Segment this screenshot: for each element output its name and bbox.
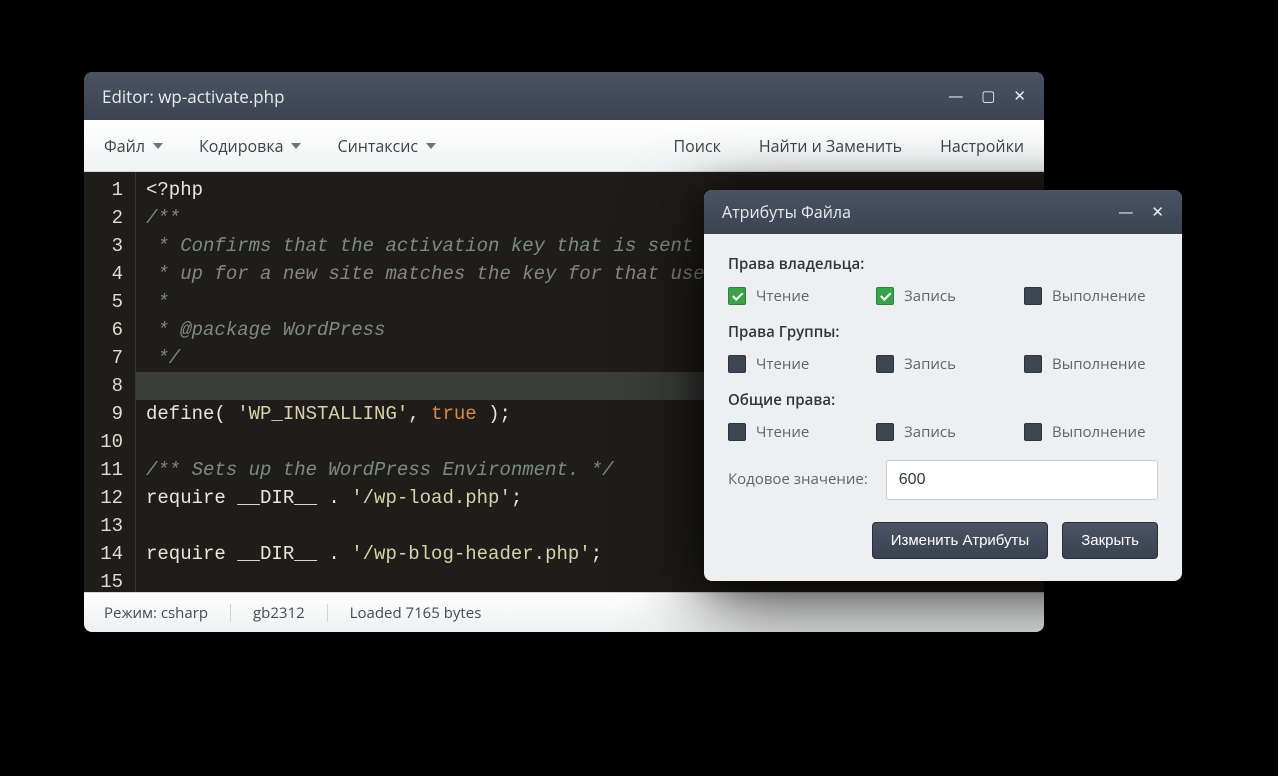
code-value-row: Кодовое значение: (728, 460, 1158, 500)
permission-label: Выполнение (1052, 354, 1146, 374)
editor-title: Editor: wp-activate.php (102, 85, 948, 108)
minimize-icon[interactable]: — (1118, 202, 1133, 222)
checkbox-icon (728, 423, 746, 441)
minimize-icon[interactable]: — (948, 86, 963, 106)
chevron-down-icon (153, 143, 163, 149)
checkbox-icon (1024, 355, 1042, 373)
dialog-title: Атрибуты Файла (722, 201, 1118, 223)
permission-label: Чтение (756, 354, 809, 374)
permission-row: Чтение Запись Выполнение (728, 354, 1158, 374)
line-number: 3 (92, 232, 123, 260)
maximize-icon[interactable]: ▢ (981, 86, 995, 106)
permission-checkbox-выполнение[interactable]: Выполнение (1024, 354, 1172, 374)
menu-синтаксис[interactable]: Синтаксис (337, 135, 436, 157)
dialog-titlebar: Атрибуты Файла — ✕ (704, 190, 1182, 234)
permission-row: Чтение Запись Выполнение (728, 422, 1158, 442)
menu-настройки[interactable]: Настройки (940, 135, 1024, 157)
divider (230, 604, 231, 622)
permission-label: Запись (904, 422, 956, 442)
editor-statusbar: Режим: csharp gb2312 Loaded 7165 bytes (84, 592, 1044, 632)
chevron-down-icon (291, 143, 301, 149)
line-number: 14 (92, 540, 123, 568)
dialog-body: Права владельца:ЧтениеЗаписьВыполнениеПр… (704, 234, 1182, 581)
window-controls: — ▢ ✕ (948, 86, 1026, 106)
permission-label: Запись (904, 354, 956, 374)
line-number: 12 (92, 484, 123, 512)
permission-checkbox-чтение[interactable]: Чтение (728, 422, 876, 442)
close-icon[interactable]: ✕ (1151, 202, 1164, 222)
line-number: 1 (92, 176, 123, 204)
checkbox-icon (876, 423, 894, 441)
permission-checkbox-чтение[interactable]: Чтение (728, 354, 876, 374)
line-number: 13 (92, 512, 123, 540)
menu-label: Синтаксис (337, 135, 418, 157)
line-number: 2 (92, 204, 123, 232)
status-loaded: Loaded 7165 bytes (350, 603, 482, 623)
line-number: 10 (92, 428, 123, 456)
checkbox-icon (876, 287, 894, 305)
menu-найти-и-заменить[interactable]: Найти и Заменить (759, 135, 902, 157)
permission-section-title: Общие права: (728, 390, 1158, 410)
permission-label: Запись (904, 286, 956, 306)
permission-section: Права владельца: Чтение Запись Выполнение (728, 254, 1158, 306)
status-encoding: gb2312 (253, 603, 305, 623)
status-mode: Режим: csharp (104, 603, 208, 623)
chevron-down-icon (426, 143, 436, 149)
menu-файл[interactable]: Файл (104, 135, 163, 157)
permission-checkbox-выполнение[interactable]: Выполнение (1024, 422, 1172, 442)
checkbox-icon (1024, 287, 1042, 305)
checkbox-icon (876, 355, 894, 373)
code-value-label: Кодовое значение: (728, 470, 868, 490)
close-icon[interactable]: ✕ (1013, 86, 1026, 106)
menu-поиск[interactable]: Поиск (673, 135, 720, 157)
permission-section-title: Права владельца: (728, 254, 1158, 274)
permission-checkbox-выполнение[interactable]: Выполнение (1024, 286, 1172, 306)
line-number: 15 (92, 568, 123, 592)
permission-label: Чтение (756, 422, 809, 442)
line-number: 6 (92, 316, 123, 344)
permission-row: Чтение Запись Выполнение (728, 286, 1158, 306)
permission-checkbox-запись[interactable]: Запись (876, 286, 1024, 306)
permission-section: Общие права: Чтение Запись Выполнение (728, 390, 1158, 442)
line-number: 11 (92, 456, 123, 484)
checkbox-icon (728, 287, 746, 305)
permission-checkbox-запись[interactable]: Запись (876, 354, 1024, 374)
close-button[interactable]: Закрыть (1062, 522, 1158, 559)
menu-кодировка[interactable]: Кодировка (199, 135, 302, 157)
line-number: 4 (92, 260, 123, 288)
permission-section-title: Права Группы: (728, 322, 1158, 342)
permission-checkbox-запись[interactable]: Запись (876, 422, 1024, 442)
permission-label: Чтение (756, 286, 809, 306)
line-number: 8 (92, 372, 123, 400)
editor-titlebar: Editor: wp-activate.php — ▢ ✕ (84, 72, 1044, 120)
line-number: 7 (92, 344, 123, 372)
line-gutter: 123456789101112131415 (84, 172, 136, 592)
checkbox-icon (728, 355, 746, 373)
permission-label: Выполнение (1052, 286, 1146, 306)
divider (327, 604, 328, 622)
window-controls: — ✕ (1118, 202, 1164, 222)
dialog-buttons: Изменить Атрибуты Закрыть (728, 522, 1158, 559)
code-value-input[interactable] (886, 460, 1158, 500)
menu-label: Кодировка (199, 135, 284, 157)
menu-label: Файл (104, 135, 145, 157)
apply-attributes-button[interactable]: Изменить Атрибуты (872, 522, 1049, 559)
editor-toolbar: Файл Кодировка Синтаксис Поиск Найти и Заме… (84, 120, 1044, 172)
file-attributes-dialog: Атрибуты Файла — ✕ Права владельца: Чтени… (704, 190, 1182, 581)
permission-checkbox-чтение[interactable]: Чтение (728, 286, 876, 306)
line-number: 9 (92, 400, 123, 428)
permission-label: Выполнение (1052, 422, 1146, 442)
permission-section: Права Группы: Чтение Запись Выполнение (728, 322, 1158, 374)
checkbox-icon (1024, 423, 1042, 441)
line-number: 5 (92, 288, 123, 316)
